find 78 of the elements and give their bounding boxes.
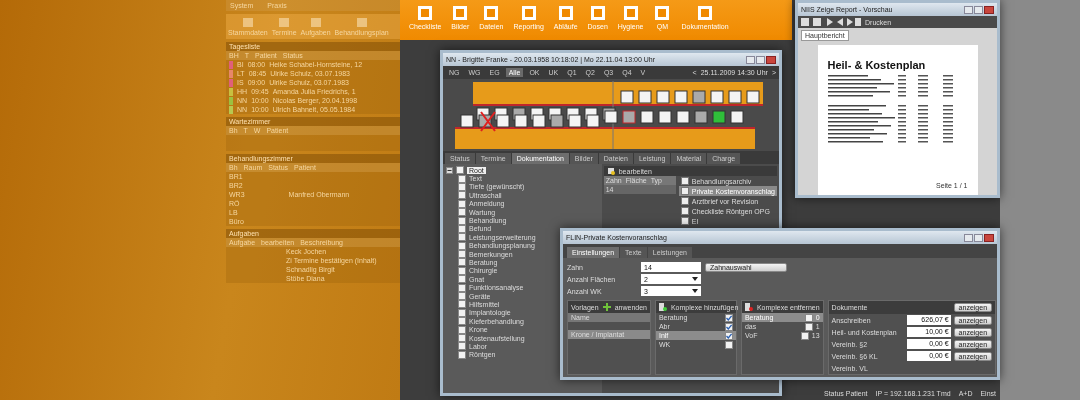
tile-icon: [278, 17, 291, 28]
checkbox[interactable]: [724, 313, 733, 322]
checkbox[interactable]: [458, 283, 466, 292]
checkbox[interactable]: [458, 174, 466, 183]
tooth: [674, 90, 688, 104]
tooth: [586, 114, 600, 128]
checkbox[interactable]: [458, 233, 466, 242]
tile-icon: [621, 5, 640, 21]
checkbox[interactable]: [458, 325, 466, 334]
checkbox[interactable]: [458, 182, 466, 191]
checkbox[interactable]: [458, 208, 466, 217]
window-controls-icon[interactable]: [964, 233, 994, 242]
checkbox[interactable]: [458, 250, 466, 259]
checkbox[interactable]: [458, 300, 466, 309]
tooth: [658, 110, 672, 124]
checkbox[interactable]: [458, 350, 466, 359]
tooth: [514, 114, 528, 128]
checkbox[interactable]: [800, 331, 809, 340]
window-controls-icon[interactable]: [746, 55, 776, 64]
checkbox[interactable]: [456, 166, 464, 175]
checkbox[interactable]: [458, 216, 466, 225]
checkbox[interactable]: [724, 331, 733, 340]
tooth: [622, 110, 636, 124]
caret-icon: [692, 289, 698, 293]
tile-icon: [451, 5, 470, 21]
checkbox[interactable]: [458, 308, 466, 317]
cross-mark: [480, 111, 496, 132]
checkbox[interactable]: [458, 191, 466, 200]
checkbox[interactable]: [458, 334, 466, 342]
caret-icon: [692, 277, 698, 281]
tile-icon: [556, 5, 575, 21]
tooth: [620, 90, 634, 104]
checkbox[interactable]: [458, 317, 466, 326]
tooth: [710, 90, 724, 104]
tooth: [728, 90, 742, 104]
tooth: [532, 114, 546, 128]
tooth: [746, 90, 760, 104]
tooth: [568, 114, 582, 128]
tile-icon: [241, 17, 254, 28]
tile-icon: [482, 5, 501, 21]
list-icon: [744, 303, 753, 311]
list-icon: [658, 303, 667, 311]
tile-icon: [653, 5, 672, 21]
tile-icon: [696, 5, 714, 21]
tooth: [638, 90, 652, 104]
tile-icon: [309, 17, 322, 28]
tooth: [676, 110, 690, 124]
tile-icon: [588, 5, 607, 21]
checkbox[interactable]: [724, 322, 733, 331]
checkbox[interactable]: [458, 241, 466, 250]
checkbox[interactable]: [458, 275, 466, 284]
checkbox[interactable]: [724, 340, 733, 349]
report-heading: Heil- & Kostenplan: [827, 59, 927, 71]
tooth: [730, 110, 744, 124]
tile-icon: [355, 17, 368, 28]
tooth: [460, 114, 474, 128]
checkbox[interactable]: [804, 322, 813, 331]
tooth: [712, 110, 726, 124]
navigation-icon: [801, 18, 861, 26]
tooth: [694, 110, 708, 124]
checkbox[interactable]: [458, 342, 466, 351]
window-controls-icon[interactable]: [964, 5, 994, 14]
tile-icon: [416, 5, 435, 21]
tile-icon: [519, 5, 538, 21]
expander-icon[interactable]: [446, 166, 453, 174]
checkbox[interactable]: [804, 313, 813, 322]
plus-icon: [602, 303, 611, 311]
checkbox[interactable]: [458, 224, 466, 233]
checkbox[interactable]: [458, 199, 466, 208]
tooth: [656, 90, 670, 104]
checkbox[interactable]: [458, 266, 466, 275]
checkbox[interactable]: [458, 258, 466, 267]
edit-icon: [606, 167, 615, 175]
tooth: [496, 114, 510, 128]
tooth: [550, 114, 564, 128]
tooth: [640, 110, 654, 124]
tooth: [692, 90, 706, 104]
checkbox[interactable]: [458, 292, 466, 301]
